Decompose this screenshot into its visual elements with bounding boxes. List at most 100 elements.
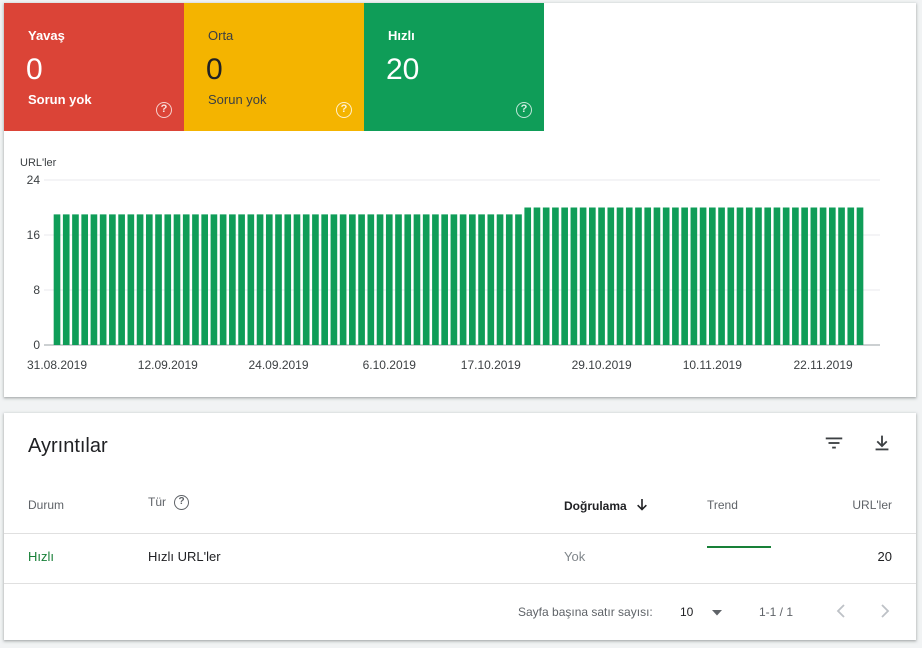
chart-bar[interactable] [810, 207, 818, 346]
chart-bar[interactable] [662, 207, 670, 346]
chart-bar[interactable] [321, 214, 328, 346]
chart-bar[interactable] [478, 214, 485, 346]
column-header-trend[interactable]: Trend [707, 498, 738, 512]
download-button[interactable] [868, 429, 896, 457]
chart-bar[interactable] [450, 214, 458, 346]
column-header-type[interactable]: Tür? [148, 495, 189, 511]
chart-bar[interactable] [210, 214, 218, 346]
column-header-validation[interactable]: Doğrulama [564, 498, 648, 513]
chart-bar[interactable] [828, 207, 836, 346]
chart-bar[interactable] [515, 214, 522, 346]
chart-bar[interactable] [192, 214, 199, 346]
tile-slow[interactable]: Yavaş 0 Sorun yok ? [4, 3, 184, 131]
chart-bar[interactable] [349, 214, 356, 346]
chart-bar[interactable] [145, 214, 153, 346]
chart-bar[interactable] [524, 207, 532, 346]
chart-bar[interactable] [699, 207, 707, 346]
chart-bar[interactable] [312, 214, 319, 346]
chart-bar[interactable] [718, 207, 725, 346]
chart-bar[interactable] [579, 207, 587, 346]
chart-bar[interactable] [635, 207, 642, 346]
chart-bar[interactable] [53, 214, 61, 346]
chart-bar[interactable] [164, 214, 172, 346]
previous-page-button[interactable] [834, 602, 848, 623]
chart-bar[interactable] [229, 214, 236, 346]
chart-bar[interactable] [496, 214, 504, 346]
chart-bar[interactable] [570, 207, 578, 346]
chart-bar[interactable] [201, 214, 209, 346]
chart-bar[interactable] [265, 214, 273, 346]
chart-bar[interactable] [745, 207, 753, 346]
chart-bar[interactable] [681, 207, 688, 346]
chart-bar[interactable] [173, 214, 181, 346]
chart-bar[interactable] [395, 214, 402, 346]
chart-bar[interactable] [62, 214, 70, 346]
chart-bar[interactable] [118, 214, 125, 346]
chart-bar[interactable] [589, 207, 596, 346]
chart-bar[interactable] [302, 214, 310, 346]
chart-bar[interactable] [238, 214, 245, 346]
chart-bar[interactable] [109, 214, 116, 346]
chart-bar[interactable] [709, 207, 716, 346]
chart-bar[interactable] [505, 214, 513, 346]
chart-bar[interactable] [330, 214, 338, 346]
chart-bar[interactable] [284, 214, 292, 346]
rows-per-page-select[interactable]: 10 [680, 605, 723, 619]
help-icon[interactable]: ? [174, 495, 189, 511]
chart-bar[interactable] [533, 207, 541, 346]
filter-button[interactable] [820, 429, 848, 457]
chart-bar[interactable] [367, 214, 375, 346]
chart-bar[interactable] [727, 207, 735, 346]
chart-bar[interactable] [136, 214, 144, 346]
chart-bar[interactable] [598, 207, 605, 346]
help-icon[interactable]: ? [156, 102, 172, 118]
chart-bar[interactable] [459, 214, 467, 346]
chart-bar[interactable] [182, 214, 190, 346]
chart-bar[interactable] [773, 207, 781, 346]
chart-bar[interactable] [690, 207, 698, 346]
chart-bar[interactable] [127, 214, 135, 346]
chart-bar[interactable] [247, 214, 255, 346]
chart-bar[interactable] [644, 207, 652, 346]
next-page-button[interactable] [878, 602, 892, 623]
chart-bar[interactable] [542, 207, 550, 346]
chart-bar[interactable] [487, 214, 495, 346]
chart-bar[interactable] [672, 207, 679, 346]
chart-bar[interactable] [561, 207, 568, 346]
chart-bar[interactable] [625, 207, 633, 346]
chart-bar[interactable] [552, 207, 559, 346]
chart-bar[interactable] [782, 207, 790, 346]
chart-bar[interactable] [755, 207, 762, 346]
chart-bar[interactable] [432, 214, 439, 346]
chart-bar[interactable] [469, 214, 476, 346]
chart-bar[interactable] [72, 214, 79, 346]
chart-bar[interactable] [99, 214, 107, 346]
chart-bar[interactable] [607, 207, 615, 346]
help-icon[interactable]: ? [336, 102, 352, 118]
chart-bar[interactable] [155, 214, 162, 346]
chart-bar[interactable] [838, 207, 845, 346]
chart-bar[interactable] [358, 214, 365, 346]
chart-bar[interactable] [616, 207, 624, 346]
column-header-status[interactable]: Durum [28, 498, 64, 512]
chart-bar[interactable] [764, 207, 772, 346]
chart-bar[interactable] [376, 214, 384, 346]
chart-bar[interactable] [801, 207, 808, 346]
chart-bar[interactable] [256, 214, 264, 346]
chart-bar[interactable] [404, 214, 412, 346]
chart-bar[interactable] [856, 207, 864, 346]
chart-bar[interactable] [441, 214, 448, 346]
chart-bar[interactable] [339, 214, 347, 346]
chart-bar[interactable] [847, 207, 855, 346]
chart-bar[interactable] [81, 214, 89, 346]
chart-bar[interactable] [275, 214, 282, 346]
column-header-urls[interactable]: URL'ler [852, 498, 892, 512]
chart-bar[interactable] [792, 207, 799, 346]
tile-fast[interactable]: Hızlı 20 ? [364, 3, 544, 131]
chart-bar[interactable] [736, 207, 744, 346]
help-icon[interactable]: ? [516, 102, 532, 118]
chart-bar[interactable] [219, 214, 227, 346]
chart-bar[interactable] [422, 214, 430, 346]
chart-bar[interactable] [385, 214, 393, 346]
tile-moderate[interactable]: Orta 0 Sorun yok ? [184, 3, 364, 131]
